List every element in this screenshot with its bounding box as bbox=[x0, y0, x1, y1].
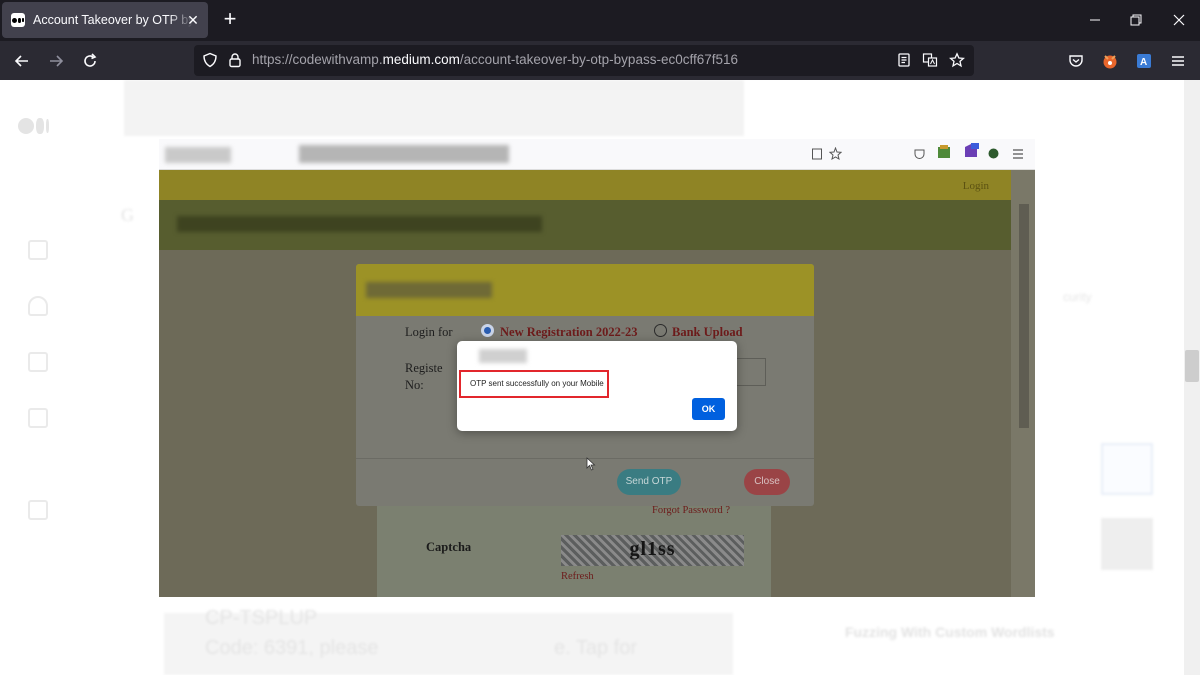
registration-input[interactable] bbox=[736, 358, 766, 386]
medium-logo[interactable] bbox=[18, 118, 49, 134]
site-login-link[interactable]: Login bbox=[963, 180, 989, 192]
url-domain: medium.com bbox=[382, 52, 460, 67]
sidebar-story-heading[interactable]: Fuzzing With Custom Wordlists bbox=[845, 624, 1055, 640]
close-window-button[interactable] bbox=[1166, 8, 1192, 32]
minimize-button[interactable] bbox=[1082, 8, 1108, 32]
back-arrow-icon bbox=[14, 55, 28, 67]
pixelated-banner-text bbox=[177, 216, 542, 232]
navigation-toolbar: https://codewithvamp.medium.com/account-… bbox=[0, 41, 1200, 80]
hamburger-menu-icon bbox=[1013, 149, 1023, 159]
close-button[interactable]: Close bbox=[744, 469, 790, 495]
faded-thumbnail-2 bbox=[1101, 518, 1153, 570]
fox-extension-icon bbox=[1103, 55, 1117, 69]
svg-text:A: A bbox=[1140, 57, 1147, 68]
hamburger-menu-icon bbox=[1172, 56, 1184, 66]
extension-fox-button[interactable] bbox=[1097, 48, 1123, 74]
write-icon[interactable] bbox=[28, 500, 48, 520]
login-for-label: Login for bbox=[405, 325, 453, 339]
bookmark-star-icon[interactable] bbox=[948, 51, 966, 69]
registration-label-no: No: bbox=[405, 378, 424, 392]
notifications-icon[interactable] bbox=[28, 296, 48, 316]
article-card-line-2: Code: 6391, please bbox=[205, 637, 379, 659]
reload-button[interactable] bbox=[77, 48, 103, 74]
minimize-icon bbox=[1090, 19, 1100, 21]
bookmark-star-icon bbox=[829, 147, 842, 160]
pixelated-area bbox=[165, 147, 231, 163]
tab-close-icon[interactable]: ✕ bbox=[185, 12, 201, 28]
reader-view-icon[interactable] bbox=[895, 51, 913, 69]
forward-arrow-icon bbox=[50, 55, 64, 67]
page-scrollbar-thumb[interactable] bbox=[1185, 350, 1199, 382]
alert-message: OTP sent successfully on your Mobile bbox=[459, 370, 609, 398]
captcha-image: gl1ss bbox=[561, 535, 744, 566]
radio-new-registration[interactable] bbox=[481, 324, 494, 337]
screenshot-scrollbar-thumb bbox=[1019, 204, 1029, 428]
pocket-icon bbox=[1069, 55, 1083, 67]
stories-icon[interactable] bbox=[28, 408, 48, 428]
close-icon bbox=[1173, 14, 1185, 26]
pixelated-alert-title bbox=[479, 349, 527, 363]
article-card-line-2-end: e. Tap for bbox=[554, 637, 638, 659]
article-embedded-card: CP-TSPLUP Code: 6391, please e. Tap for bbox=[164, 607, 733, 675]
faded-sidebar-word: curity bbox=[1063, 290, 1092, 304]
login-modal-header bbox=[356, 264, 814, 316]
captcha-text: gl1ss bbox=[629, 538, 676, 560]
url-path: /account-takeover-by-otp-bypass-ec0cff67… bbox=[459, 52, 739, 67]
mouse-cursor-icon bbox=[586, 457, 596, 471]
captcha-label: Captcha bbox=[426, 540, 472, 554]
forward-button[interactable] bbox=[43, 48, 69, 74]
option-new-registration-label[interactable]: New Registration 2022-23 bbox=[500, 325, 637, 340]
bookmarks-icon[interactable] bbox=[28, 352, 48, 372]
medium-article-page: G curity Fuzzing With Custom Wordlists C… bbox=[0, 80, 1200, 675]
site-header-bar bbox=[159, 170, 1011, 200]
back-button[interactable] bbox=[9, 48, 35, 74]
article-card-line-1: CP-TSPLUP bbox=[205, 607, 318, 629]
url-text: https://codewithvamp.medium.com/account-… bbox=[252, 52, 738, 67]
modal-divider bbox=[356, 458, 814, 459]
otp-alert-dialog: OTP sent successfully on your Mobile OK bbox=[457, 341, 737, 431]
alert-ok-button[interactable]: OK bbox=[692, 398, 725, 420]
captcha-refresh-link[interactable]: Refresh bbox=[561, 571, 594, 582]
translate-extension-icon: A bbox=[1137, 54, 1151, 68]
extension-badge-icon bbox=[965, 143, 979, 157]
tab-title: Account Takeover by OTP bypass bbox=[33, 13, 193, 27]
browser-tab-active[interactable]: Account Takeover by OTP bypass ✕ bbox=[2, 2, 208, 38]
medium-favicon-icon bbox=[11, 13, 25, 27]
pixelated-modal-title bbox=[366, 282, 492, 298]
faded-thumbnail-1 bbox=[1101, 443, 1153, 495]
pocket-button[interactable] bbox=[1063, 48, 1089, 74]
lock-icon[interactable] bbox=[226, 51, 244, 69]
extension-icon bbox=[938, 145, 950, 158]
restore-button[interactable] bbox=[1123, 8, 1149, 32]
tab-bar: Account Takeover by OTP bypass ✕ + bbox=[0, 0, 1200, 41]
translate-icon[interactable] bbox=[921, 51, 939, 69]
page-scrollbar[interactable] bbox=[1184, 80, 1200, 675]
home-icon[interactable] bbox=[28, 240, 48, 260]
reload-icon bbox=[84, 53, 97, 67]
faded-image-top bbox=[124, 80, 744, 136]
pixelated-url bbox=[299, 145, 509, 163]
app-menu-button[interactable] bbox=[1165, 48, 1191, 74]
extension-translate-button[interactable]: A bbox=[1131, 48, 1157, 74]
restore-icon bbox=[1130, 14, 1142, 26]
article-screenshot: Login Login for New Registration 2022-23… bbox=[159, 139, 1035, 597]
faded-letter: G bbox=[121, 205, 134, 225]
url-prefix: https://codewithvamp. bbox=[252, 52, 383, 67]
send-otp-button[interactable]: Send OTP bbox=[617, 469, 681, 495]
screenshot-browser-toolbar bbox=[159, 139, 1035, 170]
registration-label: Registe bbox=[405, 361, 443, 375]
screenshot-scrollbar bbox=[1011, 170, 1035, 597]
new-tab-button[interactable]: + bbox=[219, 8, 241, 32]
option-bank-upload-label[interactable]: Bank Upload bbox=[672, 325, 743, 340]
site-banner bbox=[159, 200, 1011, 250]
forgot-password-link[interactable]: Forgot Password ? bbox=[652, 505, 730, 516]
pocket-icon bbox=[914, 149, 925, 159]
tracking-protection-shield-icon[interactable] bbox=[201, 51, 219, 69]
reader-view-icon bbox=[812, 148, 822, 160]
address-bar[interactable]: https://codewithvamp.medium.com/account-… bbox=[194, 45, 974, 76]
radio-bank-upload[interactable] bbox=[654, 324, 667, 337]
extension-circle-icon bbox=[988, 148, 999, 159]
